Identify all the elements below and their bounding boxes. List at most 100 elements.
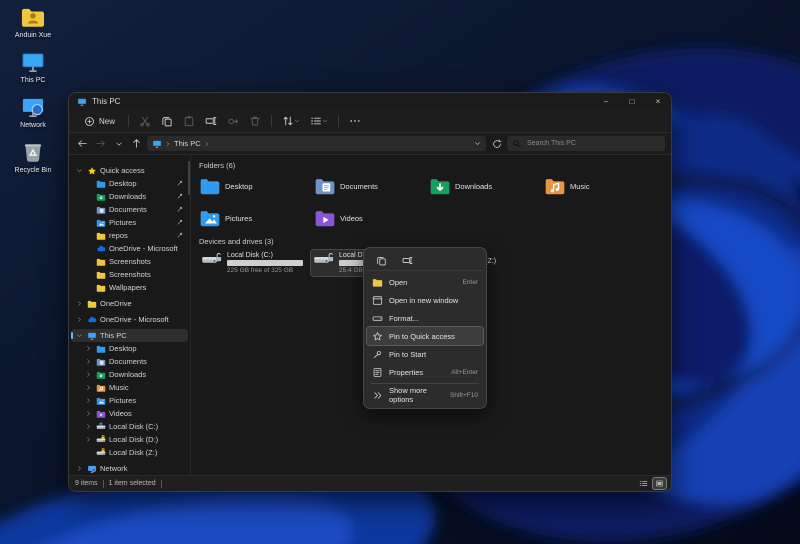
sidebar-item-label: Downloads bbox=[109, 192, 147, 201]
chevron-down-icon[interactable] bbox=[75, 332, 84, 339]
chevron-right-icon[interactable] bbox=[75, 465, 84, 472]
cut-button[interactable] bbox=[135, 113, 155, 129]
sidebar-item-local-disk-d[interactable]: Local Disk (D:) bbox=[71, 433, 188, 446]
desktop-icon-anduin-xue[interactable]: Anduin Xue bbox=[4, 4, 62, 40]
sidebar-item-videos[interactable]: Videos bbox=[71, 407, 188, 420]
sidebar-item-onedrive-microsoft[interactable]: OneDrive - Microsoft bbox=[71, 242, 188, 255]
sidebar-scrollbar[interactable] bbox=[188, 161, 190, 195]
menu-item-pin-to-start[interactable]: Pin to Start bbox=[367, 345, 483, 363]
status-bar: 9 items 1 item selected bbox=[69, 475, 671, 491]
chevron-right-icon[interactable] bbox=[75, 300, 84, 307]
delete-button[interactable] bbox=[245, 113, 265, 129]
sidebar-item-pictures[interactable]: Pictures bbox=[71, 216, 188, 229]
menu-item-label: Format... bbox=[389, 313, 420, 323]
chevron-right-icon[interactable] bbox=[84, 358, 93, 365]
address-bar[interactable]: This PC bbox=[147, 136, 486, 151]
sidebar-item-network[interactable]: Network bbox=[71, 462, 188, 475]
chevron-right-icon[interactable] bbox=[84, 410, 93, 417]
desktop-icon-this-pc[interactable]: This PC bbox=[4, 49, 62, 85]
folders-section-header[interactable]: Folders (6) bbox=[199, 161, 671, 170]
sidebar-item-this-pc[interactable]: This PC bbox=[71, 329, 188, 342]
chevron-right-icon[interactable] bbox=[84, 397, 93, 404]
chevron-down-icon[interactable] bbox=[75, 167, 84, 174]
drives-section-header[interactable]: Devices and drives (3) bbox=[199, 237, 671, 246]
new-button[interactable]: New bbox=[77, 114, 122, 129]
drive-icon bbox=[201, 252, 223, 274]
sidebar-item-local-disk-c[interactable]: Local Disk (C:) bbox=[71, 420, 188, 433]
sidebar-item-pictures[interactable]: Pictures bbox=[71, 394, 188, 407]
share-button[interactable] bbox=[223, 113, 243, 129]
sidebar-item-music[interactable]: Music bbox=[71, 381, 188, 394]
chevron-right-icon[interactable] bbox=[75, 316, 84, 323]
sidebar-item-downloads[interactable]: Downloads bbox=[71, 368, 188, 381]
folder-desktop-icon bbox=[96, 344, 106, 354]
forward-button[interactable] bbox=[93, 136, 108, 151]
chevron-right-icon bbox=[165, 141, 171, 147]
copy-button[interactable] bbox=[373, 253, 389, 267]
sidebar-item-desktop[interactable]: Desktop bbox=[71, 177, 188, 190]
menu-item-show-more-options[interactable]: Show more options Shift+F10 bbox=[367, 386, 483, 404]
folder-desktop-icon bbox=[96, 179, 106, 189]
disk-lock-icon bbox=[96, 447, 106, 458]
search-box[interactable] bbox=[507, 136, 665, 151]
folder-videos-icon bbox=[314, 207, 336, 229]
menu-item-shortcut: Enter bbox=[462, 278, 478, 286]
menu-item-open[interactable]: Open Enter bbox=[367, 273, 483, 291]
sidebar-item-screenshots[interactable]: Screenshots bbox=[71, 268, 188, 281]
drive-tile-local-disk-c[interactable]: Local Disk (C:) 225 GB free of 325 GB bbox=[199, 250, 305, 276]
recent-locations-button[interactable] bbox=[111, 136, 126, 151]
desktop-icon-label: Network bbox=[20, 122, 46, 129]
address-dropdown-icon[interactable] bbox=[474, 140, 481, 147]
window-titlebar[interactable]: This PC – □ × bbox=[69, 93, 671, 110]
desktop-icon-recycle-bin[interactable]: Recycle Bin bbox=[4, 139, 62, 175]
sidebar-item-downloads[interactable]: Downloads bbox=[71, 190, 188, 203]
chevron-right-icon[interactable] bbox=[84, 436, 93, 443]
sort-button[interactable] bbox=[278, 113, 304, 129]
new-button-label: New bbox=[99, 116, 116, 126]
sidebar-item-repos[interactable]: repos bbox=[71, 229, 188, 242]
folder-tile-music[interactable]: Music bbox=[544, 174, 659, 198]
sidebar-item-documents[interactable]: Documents bbox=[71, 355, 188, 368]
chevron-right-icon[interactable] bbox=[84, 371, 93, 378]
folder-tile-videos[interactable]: Videos bbox=[314, 206, 429, 230]
rename-button[interactable] bbox=[201, 113, 221, 129]
sidebar-item-local-disk-z[interactable]: Local Disk (Z:) bbox=[71, 446, 188, 459]
minimize-button[interactable]: – bbox=[593, 93, 619, 110]
chevron-right-icon[interactable] bbox=[84, 345, 93, 352]
desktop: Anduin Xue This PC Network Recycle Bin This… bbox=[0, 0, 800, 544]
rename-button[interactable] bbox=[399, 253, 415, 267]
refresh-button[interactable] bbox=[489, 136, 504, 151]
large-icons-view-button[interactable] bbox=[652, 477, 667, 490]
view-button[interactable] bbox=[306, 113, 332, 129]
sidebar-item-quick-access[interactable]: Quick access bbox=[71, 164, 188, 177]
cut-icon bbox=[139, 115, 151, 127]
paste-button[interactable] bbox=[179, 113, 199, 129]
menu-item-format[interactable]: Format... bbox=[367, 309, 483, 327]
sidebar-item-documents[interactable]: Documents bbox=[71, 203, 188, 216]
folder-tile-downloads[interactable]: Downloads bbox=[429, 174, 544, 198]
search-input[interactable] bbox=[525, 139, 660, 148]
copy-button[interactable] bbox=[157, 113, 177, 129]
more-button[interactable] bbox=[345, 113, 365, 129]
details-view-button[interactable] bbox=[637, 478, 650, 489]
folder-tile-documents[interactable]: Documents bbox=[314, 174, 429, 198]
menu-item-properties[interactable]: Properties Alt+Enter bbox=[367, 363, 483, 381]
menu-item-open-in-new-window[interactable]: Open in new window bbox=[367, 291, 483, 309]
back-button[interactable] bbox=[75, 136, 90, 151]
folder-tile-pictures[interactable]: Pictures bbox=[199, 206, 314, 230]
menu-item-pin-to-quick-access[interactable]: Pin to Quick access bbox=[366, 326, 484, 346]
chevron-right-icon[interactable] bbox=[84, 423, 93, 430]
desktop-icon-network[interactable]: Network bbox=[4, 94, 62, 130]
more-icon bbox=[349, 115, 361, 127]
sidebar-item-onedrive[interactable]: OneDrive bbox=[71, 297, 188, 310]
breadcrumb[interactable]: This PC bbox=[174, 139, 201, 148]
close-button[interactable]: × bbox=[645, 93, 671, 110]
sidebar-item-onedrive-microsoft[interactable]: OneDrive - Microsoft bbox=[71, 313, 188, 326]
folder-tile-desktop[interactable]: Desktop bbox=[199, 174, 314, 198]
sidebar-item-desktop[interactable]: Desktop bbox=[71, 342, 188, 355]
sidebar-item-wallpapers[interactable]: Wallpapers bbox=[71, 281, 188, 294]
maximize-button[interactable]: □ bbox=[619, 93, 645, 110]
chevron-right-icon[interactable] bbox=[84, 384, 93, 391]
up-button[interactable] bbox=[129, 136, 144, 151]
sidebar-item-screenshots[interactable]: Screenshots bbox=[71, 255, 188, 268]
